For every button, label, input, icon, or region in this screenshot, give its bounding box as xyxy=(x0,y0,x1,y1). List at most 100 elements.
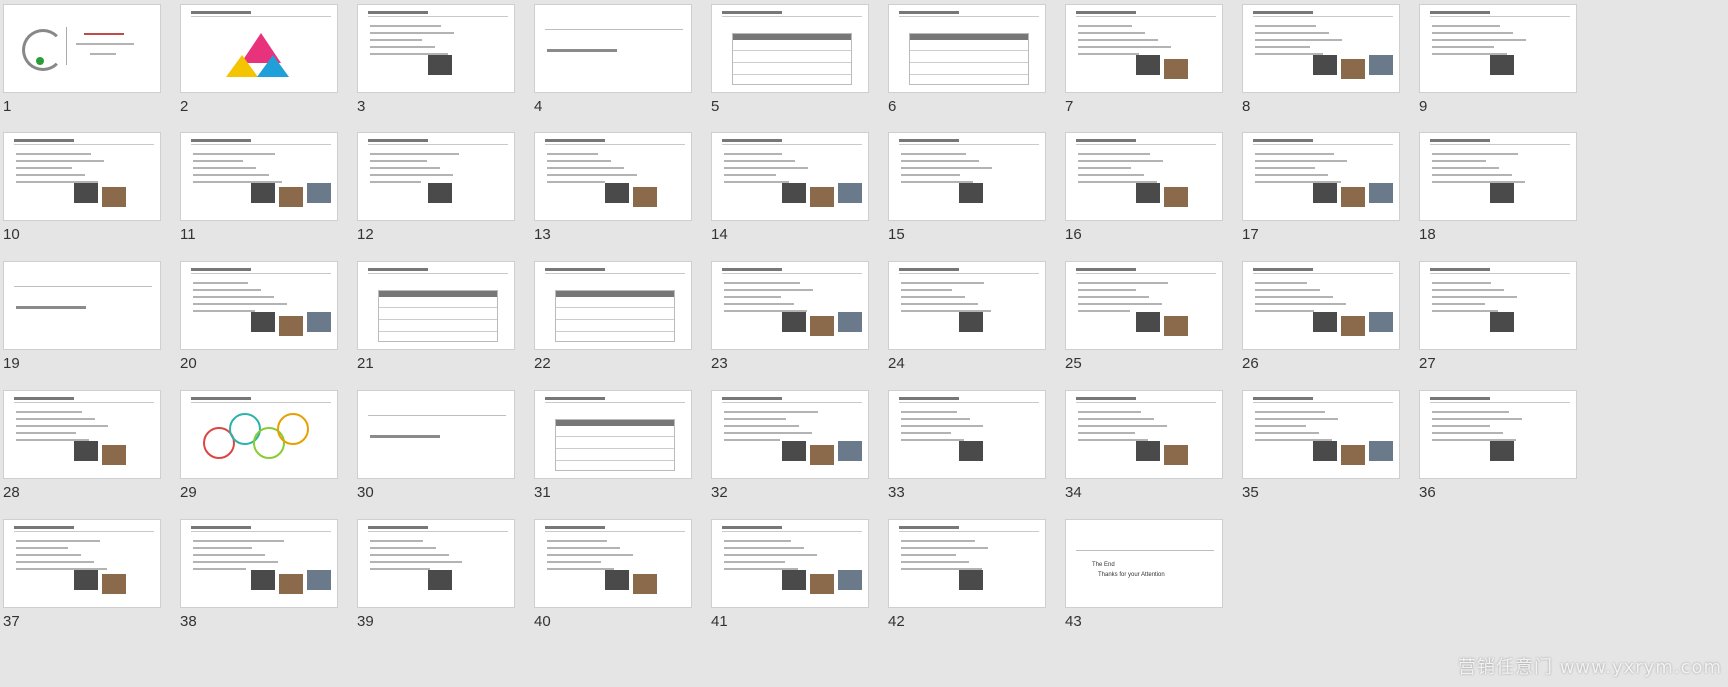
slide-thumbnail[interactable]: 37 xyxy=(0,515,162,650)
slide-preview[interactable] xyxy=(180,261,338,350)
text-line xyxy=(901,540,975,542)
slide-preview[interactable] xyxy=(888,519,1046,608)
slide-preview[interactable] xyxy=(357,4,515,93)
slide-preview[interactable] xyxy=(357,132,515,221)
slide-thumbnail[interactable]: 12 xyxy=(354,128,516,263)
slide-preview[interactable] xyxy=(1065,261,1223,350)
slide-number: 31 xyxy=(534,484,551,501)
slide-thumbnail[interactable]: 34 xyxy=(1062,386,1224,521)
slide-preview[interactable] xyxy=(3,390,161,479)
slide-thumbnail[interactable]: 31 xyxy=(531,386,693,521)
slide-preview[interactable] xyxy=(180,132,338,221)
slide-preview[interactable] xyxy=(1242,132,1400,221)
slide-preview[interactable] xyxy=(1419,4,1577,93)
slide-preview[interactable] xyxy=(888,390,1046,479)
slide-preview[interactable] xyxy=(534,390,692,479)
slide-thumbnail[interactable]: 24 xyxy=(885,257,1047,392)
slide-preview[interactable] xyxy=(1419,132,1577,221)
slide-thumbnail[interactable]: 14 xyxy=(708,128,870,263)
slide-thumbnail[interactable]: 17 xyxy=(1239,128,1401,263)
slide-thumbnail[interactable]: 10 xyxy=(0,128,162,263)
slide-preview[interactable] xyxy=(3,261,161,350)
slide-thumbnail[interactable]: 29 xyxy=(177,386,339,521)
slide-thumbnail[interactable]: 32 xyxy=(708,386,870,521)
text-line xyxy=(1078,174,1144,176)
slide-thumbnail[interactable]: 8 xyxy=(1239,0,1401,135)
slide-thumbnail[interactable]: 7 xyxy=(1062,0,1224,135)
text-line xyxy=(1078,53,1139,55)
slide-preview[interactable] xyxy=(3,519,161,608)
slide-preview[interactable] xyxy=(3,132,161,221)
slide-preview[interactable] xyxy=(1242,390,1400,479)
slide-thumbnail[interactable]: 42 xyxy=(885,515,1047,650)
slide-preview[interactable] xyxy=(711,132,869,221)
divider xyxy=(1430,144,1570,145)
slide-preview[interactable] xyxy=(180,519,338,608)
slide-thumbnail[interactable]: 16 xyxy=(1062,128,1224,263)
slide-thumbnail[interactable]: 33 xyxy=(885,386,1047,521)
slide-preview[interactable]: The End Thanks for your Attention xyxy=(1065,519,1223,608)
slide-thumbnail[interactable]: 2 xyxy=(177,0,339,135)
slide-preview[interactable] xyxy=(3,4,161,93)
text-line xyxy=(193,296,274,298)
slide-thumbnail[interactable]: 19 xyxy=(0,257,162,392)
slide-preview[interactable] xyxy=(357,390,515,479)
slide-thumbnail[interactable]: 3 xyxy=(354,0,516,135)
slide-thumbnail[interactable]: 22 xyxy=(531,257,693,392)
slide-thumbnail[interactable]: 28 xyxy=(0,386,162,521)
slide-thumbnail[interactable]: 6 xyxy=(885,0,1047,135)
slide-thumbnail[interactable]: 36 xyxy=(1416,386,1578,521)
slide-thumbnail[interactable]: 39 xyxy=(354,515,516,650)
slide-preview[interactable] xyxy=(357,519,515,608)
slide-preview[interactable] xyxy=(1065,390,1223,479)
slide-preview[interactable] xyxy=(1242,261,1400,350)
slide-thumbnail[interactable]: 40 xyxy=(531,515,693,650)
slide-thumbnail[interactable]: 18 xyxy=(1416,128,1578,263)
slide-thumbnail[interactable]: 35 xyxy=(1239,386,1401,521)
image-thumbnail xyxy=(605,183,629,203)
slide-preview[interactable] xyxy=(1065,4,1223,93)
slide-preview[interactable] xyxy=(888,261,1046,350)
slide-preview[interactable] xyxy=(534,132,692,221)
slide-title xyxy=(722,139,782,142)
slide-thumbnail[interactable]: 11 xyxy=(177,128,339,263)
slide-thumbnail[interactable]: 13 xyxy=(531,128,693,263)
divider xyxy=(1253,16,1393,17)
slide-thumbnail[interactable]: 38 xyxy=(177,515,339,650)
slide-thumbnail[interactable]: 4 xyxy=(531,0,693,135)
slide-preview[interactable] xyxy=(711,4,869,93)
slide-preview[interactable] xyxy=(711,390,869,479)
slide-preview[interactable] xyxy=(534,4,692,93)
slide-preview[interactable] xyxy=(180,390,338,479)
slide-thumbnail[interactable]: 26 xyxy=(1239,257,1401,392)
slide-thumbnail[interactable]: 25 xyxy=(1062,257,1224,392)
slide-thumbnail[interactable]: 20 xyxy=(177,257,339,392)
slide-preview[interactable] xyxy=(1242,4,1400,93)
slide-thumbnail[interactable]: 23 xyxy=(708,257,870,392)
slide-thumbnail[interactable]: 9 xyxy=(1416,0,1578,135)
slide-title xyxy=(14,397,74,400)
slide-preview[interactable] xyxy=(888,4,1046,93)
slide-preview[interactable] xyxy=(1419,390,1577,479)
slide-preview[interactable] xyxy=(534,519,692,608)
slide-preview[interactable] xyxy=(357,261,515,350)
slide-preview[interactable] xyxy=(1419,261,1577,350)
slide-thumbnail[interactable]: 27 xyxy=(1416,257,1578,392)
slide-preview[interactable] xyxy=(711,519,869,608)
slide-preview[interactable] xyxy=(180,4,338,93)
slide-thumbnail[interactable]: 15 xyxy=(885,128,1047,263)
slide-preview[interactable] xyxy=(1065,132,1223,221)
divider xyxy=(722,16,862,17)
text-line xyxy=(1432,32,1513,34)
text-line xyxy=(724,554,817,556)
slide-thumbnail[interactable]: 30 xyxy=(354,386,516,521)
slide-thumbnail[interactable]: 5 xyxy=(708,0,870,135)
slide-preview[interactable] xyxy=(888,132,1046,221)
slide-preview[interactable] xyxy=(534,261,692,350)
slide-thumbnail[interactable]: The End Thanks for your Attention 43 xyxy=(1062,515,1224,650)
slide-thumbnail[interactable]: 21 xyxy=(354,257,516,392)
slide-preview[interactable] xyxy=(711,261,869,350)
slide-thumbnail[interactable]: 1 xyxy=(0,0,162,135)
slide-title xyxy=(368,268,428,271)
slide-thumbnail[interactable]: 41 xyxy=(708,515,870,650)
